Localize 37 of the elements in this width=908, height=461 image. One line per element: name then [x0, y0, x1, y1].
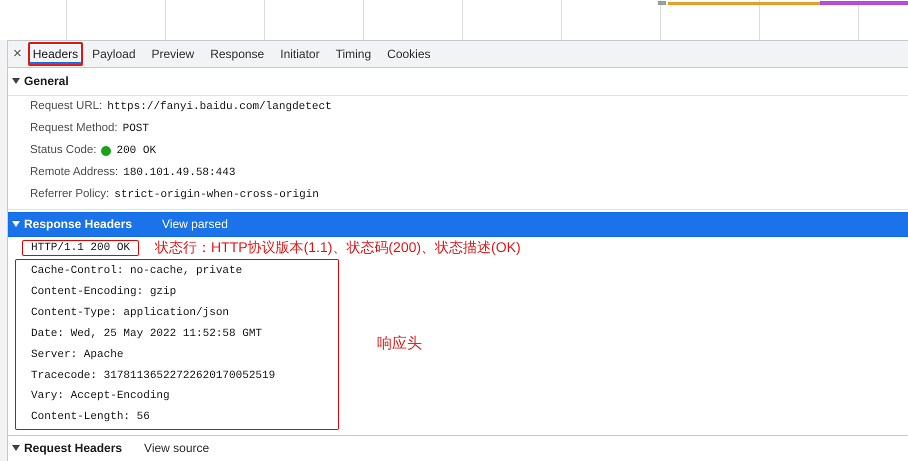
header-value: 200 OK — [116, 144, 156, 159]
section-header-bar[interactable]: Response Headers View parsed — [8, 212, 908, 237]
view-parsed-link[interactable]: View parsed — [162, 215, 228, 234]
annotation-note: 状态行：HTTP协议版本(1.1)、状态码(200)、状态描述(OK) — [155, 238, 521, 258]
header-line: Tracecode: 31781136522722620170052519 — [31, 368, 276, 384]
tab[interactable]: Preview — [144, 41, 202, 67]
header-line: Content-Length: 56 — [31, 410, 150, 426]
header-name: Request URL: — [30, 99, 102, 114]
header-line: Content-Encoding: gzip — [31, 284, 176, 300]
expanded-triangle-icon[interactable] — [12, 444, 20, 452]
header-line: Server: Apache — [31, 348, 124, 363]
section-title: Response Headers — [24, 216, 132, 234]
header-name: Referrer Policy: — [30, 187, 110, 202]
header-value: POST — [122, 122, 149, 137]
header-line: Vary: Accept-Encoding — [31, 389, 170, 404]
expanded-triangle-icon[interactable] — [12, 220, 20, 228]
header-name: Remote Address: — [30, 165, 118, 180]
view-source-link[interactable]: View source — [144, 439, 210, 458]
tab[interactable]: Initiator — [272, 41, 328, 67]
header-value: strict-origin-when-cross-origin — [114, 188, 319, 203]
tab[interactable]: Cookies — [379, 41, 439, 67]
header-name: Status Code: — [30, 143, 96, 158]
header-value: https://fanyi.baidu.com/langdetect — [107, 100, 332, 115]
section-title[interactable]: General — [24, 72, 69, 90]
tab[interactable]: Timing — [328, 41, 380, 67]
section-title[interactable]: Request Headers — [24, 439, 122, 458]
expanded-triangle-icon[interactable] — [12, 77, 20, 86]
header-line: Cache-Control: no-cache, private — [31, 264, 242, 280]
header-line: Date: Wed, 25 May 2022 11:52:58 GMT — [31, 326, 262, 342]
tab[interactable]: Payload — [84, 41, 144, 67]
annotation-note: 响应头 — [377, 334, 422, 354]
header-name: Request Method: — [30, 121, 118, 136]
tab[interactable]: Response — [202, 41, 272, 67]
tab[interactable]: Headers — [28, 42, 84, 66]
header-value: 180.101.49.58:443 — [123, 166, 236, 181]
header-line: Content-Type: application/json — [31, 306, 230, 321]
close-button[interactable]: × — [8, 41, 27, 67]
